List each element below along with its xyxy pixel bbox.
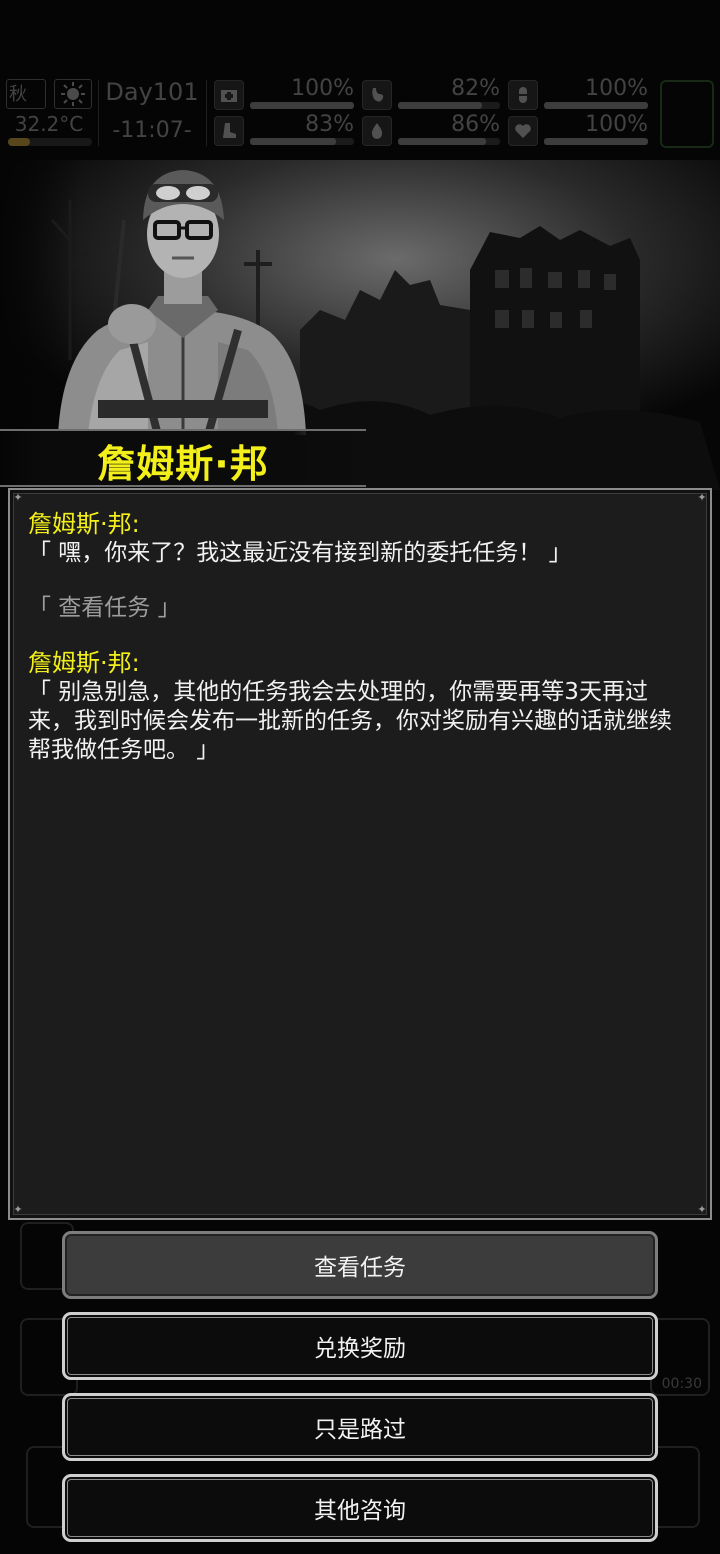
background-timer: 00:30 [661, 1376, 702, 1392]
equipment-slot[interactable] [660, 80, 714, 148]
heart-icon [508, 116, 538, 146]
stat-value: 86% [451, 112, 500, 137]
health-stat: 100% [214, 76, 354, 112]
stat-bar [250, 102, 354, 109]
stat-bar-fill [250, 102, 354, 109]
dialog-line: 「 嘿，你来了？我这最近没有接到新的委托任务！ 」 [28, 540, 572, 566]
npc-name: 詹姆斯·邦 [97, 442, 269, 486]
stat-value: 100% [585, 112, 648, 137]
corner-ornament: ✦ [13, 491, 23, 504]
stat-bar-fill [544, 138, 648, 145]
clock-readout: -11:07- [112, 118, 192, 143]
npc-portrait [58, 170, 306, 437]
day-counter: Day101 [105, 78, 199, 106]
other-inquiry-button[interactable]: 其他咨询 [62, 1474, 658, 1542]
temperature-bar [8, 138, 92, 146]
pill-icon [508, 80, 538, 110]
hunger-stat: 82% [362, 76, 500, 112]
dialog-line: 「 别急别急，其他的任务我会去处理的，你需要再等3天再过来，我到时候会发布一批新… [28, 679, 672, 763]
dialog-panel[interactable]: ✦ ✦ ✦ ✦ 詹姆斯·邦: 「 嘿，你来了？我这最近没有接到新的委托任务！ 」… [8, 488, 712, 1220]
sun-icon [54, 79, 92, 109]
season-indicator: 秋 [6, 79, 46, 109]
thirst-stat: 86% [362, 112, 500, 148]
stamina-stat: 83% [214, 112, 354, 148]
speaker-name: 詹姆斯·邦: [28, 649, 140, 677]
stat-bar [398, 138, 500, 145]
stat-bar [250, 138, 354, 145]
stat-bar [544, 102, 648, 109]
stat-bar [544, 138, 648, 145]
stomach-icon [362, 80, 392, 110]
speaker-name: 詹姆斯·邦: [28, 510, 140, 538]
hud-divider [98, 80, 99, 146]
stat-bar-fill [398, 138, 486, 145]
temperature-bar-fill [8, 138, 30, 146]
temperature-readout: 32.2°C [14, 112, 84, 136]
mood-stat: 100% [508, 76, 648, 112]
dialog-log: 詹姆斯·邦: 「 嘿，你来了？我这最近没有接到新的委托任务！ 」 「 查看任务 … [28, 510, 686, 765]
corner-ornament: ✦ [13, 1203, 23, 1216]
view-tasks-button[interactable]: 查看任务 [62, 1231, 658, 1299]
corner-ornament: ✦ [697, 491, 707, 504]
npc-name-plate: 詹姆斯·邦 [0, 429, 366, 487]
exchange-rewards-button[interactable]: 兑换奖励 [62, 1312, 658, 1380]
stat-value: 82% [451, 76, 500, 101]
medkit-icon [214, 80, 244, 110]
corner-ornament: ✦ [697, 1203, 707, 1216]
hud-divider [206, 80, 207, 146]
game-screen: 秋 32.2°C Day101 -11:07- 100% 82% 100% 83… [0, 0, 720, 1554]
heart-stat: 100% [508, 112, 648, 148]
stat-bar [398, 102, 500, 109]
water-drop-icon [362, 116, 392, 146]
stat-bar-fill [544, 102, 648, 109]
player-choice: 「 查看任务 」 [28, 595, 181, 621]
boot-icon [214, 116, 244, 146]
stat-value: 83% [305, 112, 354, 137]
just-passing-button[interactable]: 只是路过 [62, 1393, 658, 1461]
stat-bar-fill [398, 102, 482, 109]
stat-value: 100% [291, 76, 354, 101]
stat-value: 100% [585, 76, 648, 101]
background-slot: 00:30 [650, 1318, 710, 1396]
stat-bar-fill [250, 138, 337, 145]
status-hud: 秋 32.2°C Day101 -11:07- 100% 82% 100% 83… [0, 74, 720, 156]
